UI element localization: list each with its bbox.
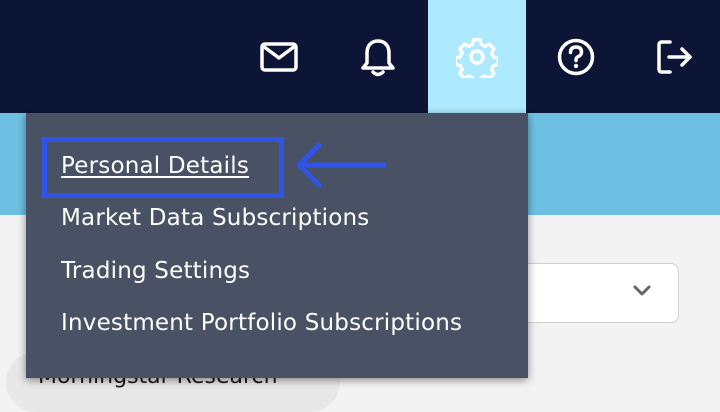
mail-icon [260, 41, 298, 72]
dropdown-select[interactable] [505, 263, 679, 323]
menu-item-investment-portfolio-subscriptions[interactable]: Investment Portfolio Subscriptions [61, 310, 462, 336]
gear-icon [456, 37, 498, 78]
chevron-down-icon [633, 285, 651, 296]
menu-item-market-data-subscriptions[interactable]: Market Data Subscriptions [61, 205, 370, 231]
menu-item-trading-settings[interactable]: Trading Settings [61, 258, 250, 284]
highlight-box [42, 137, 284, 198]
help-icon [557, 38, 595, 75]
logout-icon [657, 39, 692, 74]
logout-button[interactable] [626, 0, 720, 113]
mail-button[interactable] [230, 0, 328, 113]
pointer-arrow-icon [296, 142, 387, 188]
bell-icon [361, 38, 395, 76]
notifications-button[interactable] [329, 0, 427, 113]
settings-button[interactable] [428, 0, 526, 113]
top-navigation-bar [0, 0, 720, 113]
help-button[interactable] [527, 0, 625, 113]
